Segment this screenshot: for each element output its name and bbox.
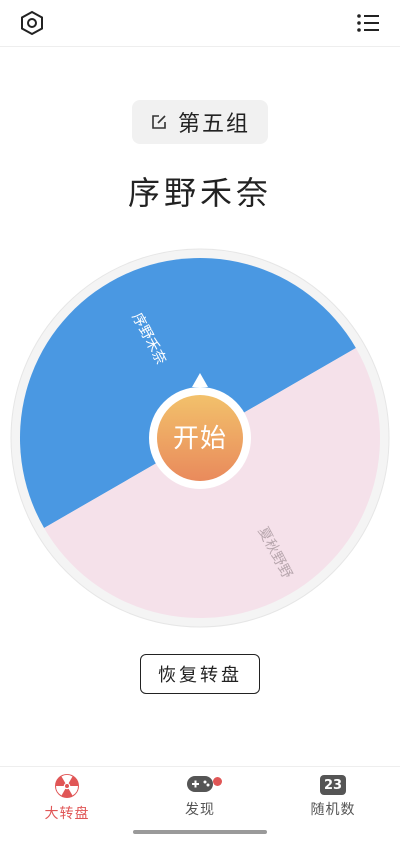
notification-badge <box>213 777 222 786</box>
gamepad-icon <box>187 776 213 792</box>
nav-label-discover: 发现 <box>185 802 215 818</box>
nav-item-discover[interactable]: 发现 <box>145 773 255 833</box>
settings-button[interactable] <box>17 8 47 38</box>
start-button[interactable]: 开始 <box>157 393 243 479</box>
nav-label-random-number: 随机数 <box>310 802 356 818</box>
menu-button[interactable] <box>353 8 383 38</box>
group-label: 第五组 <box>177 112 250 137</box>
home-indicator <box>133 830 267 834</box>
calendar-number-icon: 23 <box>320 775 346 795</box>
top-bar <box>0 0 400 47</box>
group-selector[interactable]: 第五组 <box>132 100 268 144</box>
edit-icon <box>152 115 166 129</box>
list-icon <box>357 14 379 32</box>
hexagon-gear-icon <box>21 10 43 36</box>
result-title: 序野禾奈 <box>127 174 272 212</box>
nav-label-wheel: 大转盘 <box>44 806 90 822</box>
nav-item-wheel[interactable]: 大转盘 <box>12 773 122 833</box>
nav-item-random-number[interactable]: 23 随机数 <box>278 773 388 833</box>
restore-wheel-button[interactable]: 恢复转盘 <box>140 654 260 694</box>
start-label: 开始 <box>172 423 227 454</box>
radiation-wheel-icon <box>55 774 79 798</box>
